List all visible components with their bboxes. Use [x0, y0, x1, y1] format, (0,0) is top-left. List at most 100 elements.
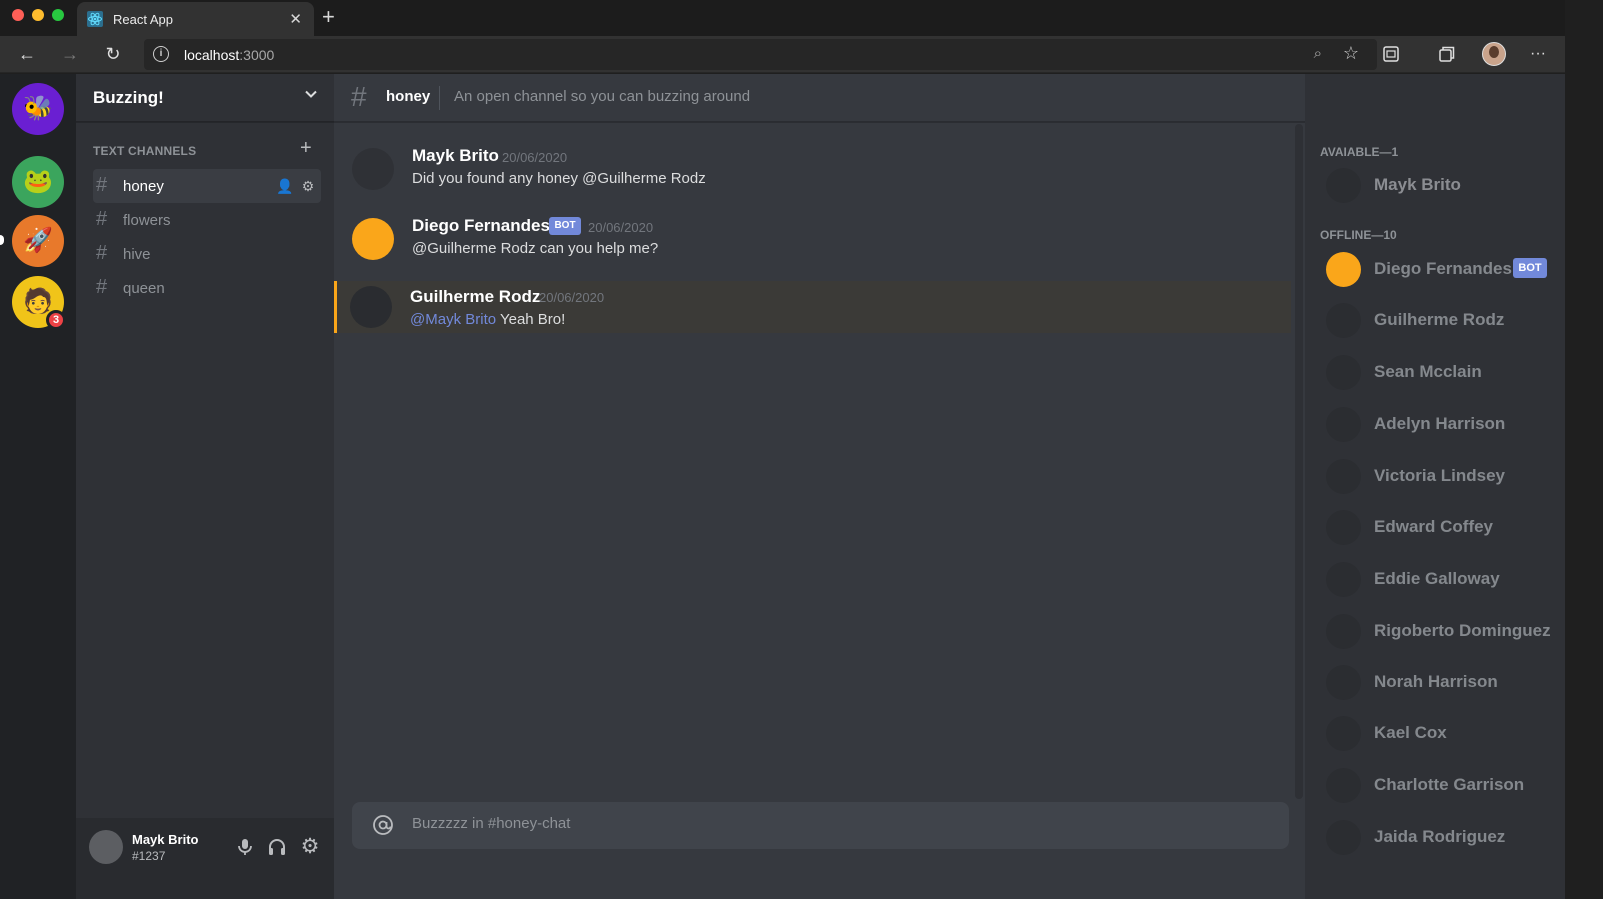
- member-name: Jaida Rodriguez: [1374, 827, 1506, 846]
- zoom-icon[interactable]: ⌕: [1314, 45, 1322, 62]
- message-author[interactable]: Guilherme Rodz: [410, 287, 540, 307]
- member-name: Eddie Galloway: [1374, 569, 1500, 588]
- member-item[interactable]: Eddie Galloway: [1320, 558, 1560, 602]
- member-item[interactable]: Rigoberto Dominguez: [1320, 610, 1560, 654]
- member-item[interactable]: Diego Fernandes BOT: [1320, 248, 1560, 292]
- server-rocket[interactable]: 🚀: [12, 215, 64, 267]
- reload-icon[interactable]: ↻: [102, 43, 124, 65]
- server-frog[interactable]: 🐸: [12, 156, 64, 208]
- message-author[interactable]: Mayk Brito: [412, 146, 499, 166]
- user-tag: #1237: [132, 849, 166, 863]
- channel-item-hive[interactable]: # hive: [93, 237, 321, 271]
- server-character[interactable]: 🧑 3: [12, 276, 66, 330]
- chevron-down-icon[interactable]: [304, 87, 318, 101]
- message-author[interactable]: Diego Fernandes: [412, 216, 550, 236]
- server-selected-indicator: [0, 235, 4, 245]
- member-item[interactable]: Edward Coffey: [1320, 506, 1560, 550]
- members-online-title: AVAIABLE—1: [1320, 145, 1399, 159]
- hash-icon: #: [351, 81, 367, 112]
- avatar[interactable]: [352, 148, 394, 190]
- info-icon[interactable]: i: [153, 46, 169, 62]
- chat-area: # honey An open channel so you can buzzi…: [334, 74, 1305, 899]
- message-input[interactable]: [412, 815, 1272, 832]
- gear-icon[interactable]: ⚙: [299, 836, 321, 858]
- message-date: 20/06/2020: [502, 150, 568, 165]
- address-url[interactable]: localhost:3000: [184, 47, 274, 63]
- browser-tab[interactable]: React App ✕: [77, 2, 314, 36]
- channel-label: honey: [123, 178, 164, 195]
- member-item[interactable]: Guilherme Rodz: [1320, 299, 1560, 343]
- member-item[interactable]: Victoria Lindsey: [1320, 455, 1560, 499]
- rocket-icon: 🚀: [23, 227, 53, 254]
- avatar: [1326, 716, 1361, 751]
- more-icon[interactable]: ···: [1527, 43, 1549, 65]
- gear-icon[interactable]: ⚙: [300, 178, 316, 194]
- member-name: Adelyn Harrison: [1374, 414, 1506, 433]
- window-edge: [1565, 0, 1603, 899]
- profile-avatar-icon[interactable]: [1482, 42, 1506, 66]
- message-mentioned: Guilherme Rodz 20/06/2020 @Mayk Brito Ye…: [334, 281, 1291, 333]
- member-item[interactable]: Norah Harrison: [1320, 661, 1560, 705]
- server-list: 🐝 🐸 🚀 🧑 3: [0, 74, 76, 899]
- channel-item-flowers[interactable]: # flowers: [93, 203, 321, 237]
- message-text: @Guilherme Rodz can you help me?: [412, 240, 659, 257]
- user-mention[interactable]: @Mayk Brito: [410, 311, 496, 328]
- user-name: Mayk Brito: [132, 832, 199, 847]
- member-name: Guilherme Rodz: [1374, 310, 1505, 329]
- new-tab-icon[interactable]: +: [322, 6, 335, 28]
- avatar[interactable]: [89, 830, 123, 864]
- headphones-icon[interactable]: [266, 836, 288, 858]
- channel-item-queen[interactable]: # queen: [93, 271, 321, 305]
- avatar: [1326, 252, 1361, 287]
- message-text: Did you found any honey @Guilherme Rodz: [412, 170, 706, 187]
- member-name: Mayk Brito: [1374, 175, 1461, 194]
- star-icon[interactable]: ☆: [1343, 43, 1359, 64]
- channel-category-label: TEXT CHANNELS: [93, 144, 197, 158]
- member-name: Kael Cox: [1374, 723, 1447, 742]
- bee-icon: 🐝: [23, 95, 53, 122]
- members-offline-title: OFFLINE—10: [1320, 228, 1397, 242]
- avatar: [1326, 459, 1361, 494]
- collections-icon[interactable]: [1437, 44, 1457, 64]
- hash-icon: #: [96, 174, 108, 196]
- window-zoom-button[interactable]: [52, 9, 64, 21]
- member-item[interactable]: Jaida Rodriguez: [1320, 816, 1560, 860]
- at-sign-icon[interactable]: [372, 814, 394, 836]
- channel-label: hive: [123, 246, 151, 263]
- member-item[interactable]: Charlotte Garrison: [1320, 764, 1560, 808]
- guild-header[interactable]: Buzzing!: [76, 74, 334, 122]
- channel-title: honey: [386, 88, 431, 105]
- member-name: Diego Fernandes: [1374, 259, 1512, 278]
- member-item[interactable]: Mayk Brito: [1320, 164, 1560, 208]
- back-arrow-icon[interactable]: ←: [16, 43, 38, 65]
- member-item[interactable]: Sean Mcclain: [1320, 351, 1560, 395]
- avatar[interactable]: [350, 286, 392, 328]
- member-item[interactable]: Kael Cox: [1320, 712, 1560, 756]
- close-icon[interactable]: ✕: [289, 10, 302, 28]
- server-bee[interactable]: 🐝: [12, 83, 64, 135]
- avatar: [1326, 665, 1361, 700]
- forward-arrow-icon[interactable]: →: [59, 43, 81, 65]
- add-channel-icon[interactable]: +: [300, 138, 312, 158]
- avatar[interactable]: [352, 218, 394, 260]
- hash-icon: #: [96, 208, 108, 230]
- channel-label: flowers: [123, 212, 171, 229]
- window-minimize-button[interactable]: [32, 9, 44, 21]
- member-item[interactable]: Adelyn Harrison: [1320, 403, 1560, 447]
- member-name: Victoria Lindsey: [1374, 466, 1506, 485]
- scrollbar[interactable]: [1295, 124, 1303, 799]
- invite-user-icon[interactable]: 👤: [276, 178, 293, 194]
- message: Diego Fernandes BOT 20/06/2020 @Guilherm…: [334, 214, 1291, 266]
- member-list: AVAIABLE—1 Mayk Brito OFFLINE—10 Diego F…: [1305, 74, 1565, 899]
- tab-actions-icon[interactable]: [1381, 44, 1401, 64]
- channel-sidebar: Buzzing! TEXT CHANNELS + # honey 👤 ⚙ # f…: [76, 74, 334, 899]
- bot-badge: BOT: [549, 217, 581, 235]
- bot-badge: BOT: [1513, 258, 1547, 278]
- channel-item-honey[interactable]: # honey 👤 ⚙: [93, 169, 321, 203]
- address-bar[interactable]: i localhost:3000 ⌕ ☆: [144, 39, 1377, 70]
- microphone-icon[interactable]: [234, 836, 256, 858]
- frog-icon: 🐸: [23, 168, 53, 195]
- window-close-button[interactable]: [12, 9, 24, 21]
- channel-label: queen: [123, 280, 165, 297]
- guild-name: Buzzing!: [93, 88, 164, 107]
